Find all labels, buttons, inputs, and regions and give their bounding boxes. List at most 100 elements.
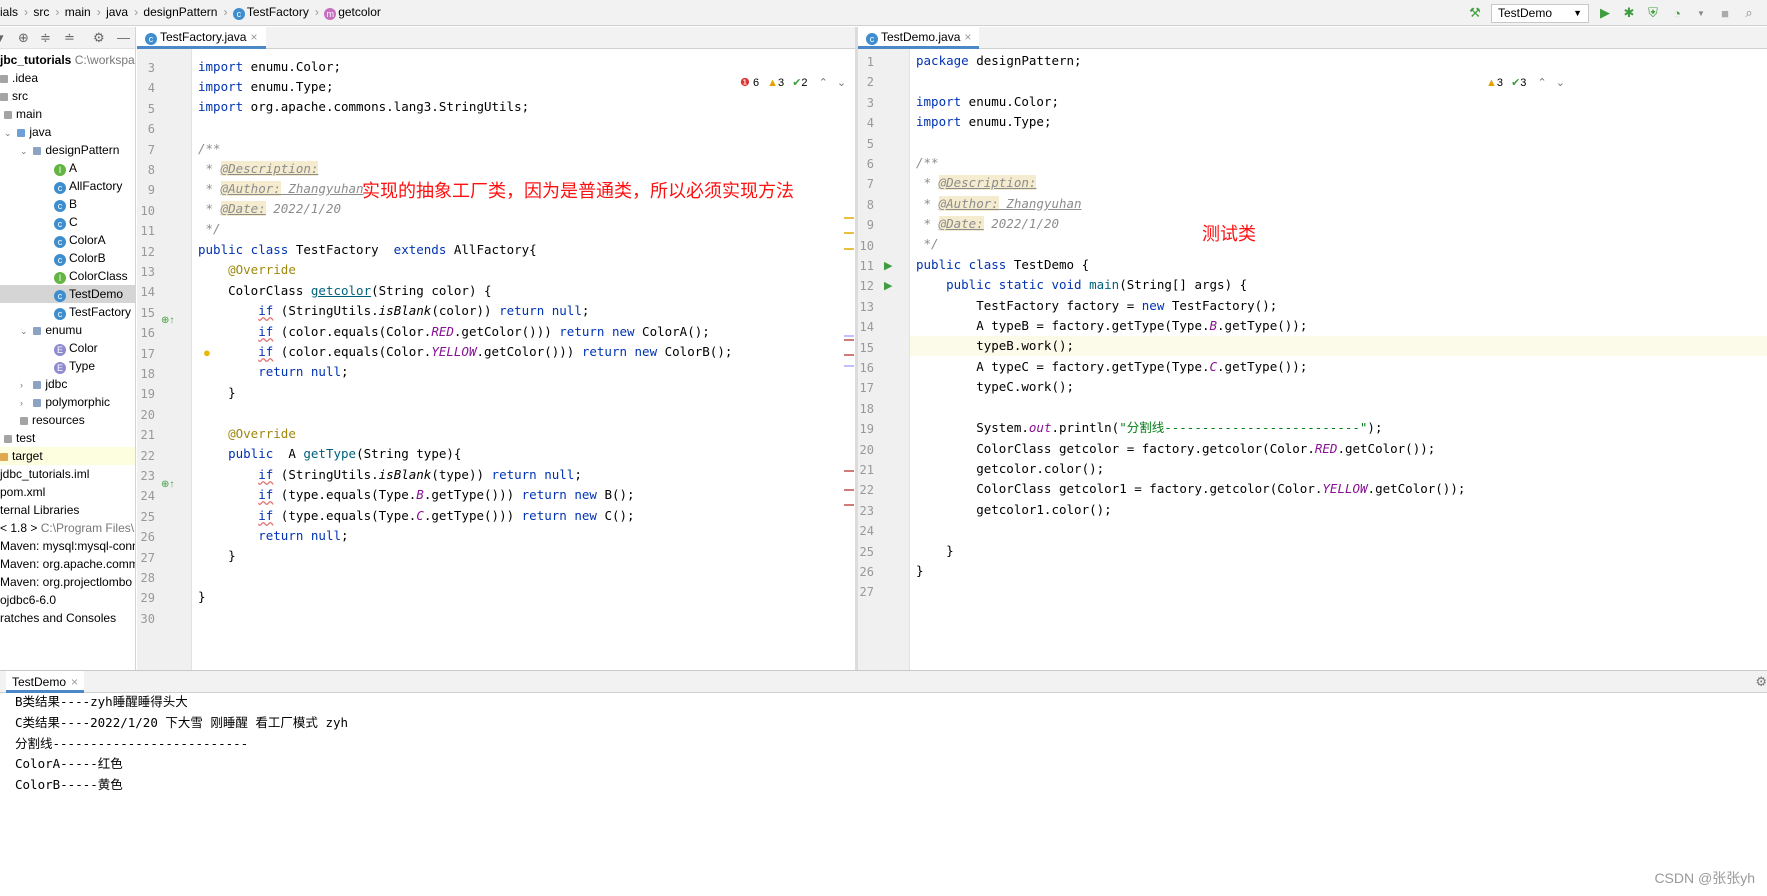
code-area-right[interactable]: package designPattern; import enumu.Colo… (910, 49, 1767, 670)
inspection-widget[interactable]: ▲3 ✔3 ⌃ ⌄ (1486, 76, 1565, 89)
tree-item[interactable]: ⌄ designPattern (0, 141, 135, 160)
tree-item[interactable]: < 1.8 > C:\Program Files\ (0, 519, 135, 537)
implements-marker-icon[interactable]: ⊕↑ (161, 315, 174, 326)
tree-item[interactable]: ojdbc6-6.0 (0, 591, 135, 609)
annotation-text: 实现的抽象工厂类，因为是普通类，所以必须实现方法 (362, 181, 794, 201)
breadcrumb-item[interactable]: designPattern (143, 5, 217, 19)
build-hammer-icon[interactable]: ⚒ (1467, 5, 1483, 21)
chevron-up-icon[interactable]: ⌃ (1537, 77, 1546, 89)
tree-item[interactable]: › jdbc (0, 375, 135, 394)
tree-item[interactable]: src (0, 87, 135, 105)
gear-icon[interactable]: ⚙ (1755, 674, 1767, 690)
tree-item[interactable]: main (0, 105, 135, 123)
chevron-right-icon: › (314, 5, 319, 19)
run-gutter-icon[interactable]: ▶ (884, 279, 892, 292)
debug-icon[interactable]: ✱ (1621, 5, 1637, 21)
code-line: * @Description: (198, 161, 319, 176)
chevron-up-icon[interactable]: ⌃ (819, 77, 828, 89)
breadcrumb-item[interactable]: java (106, 5, 128, 19)
inspection-widget[interactable]: ❶ 6 ▲3 ✔2 ⌃ ⌄ (740, 76, 846, 89)
tree-item[interactable]: E Type (0, 357, 135, 375)
chevron-right-icon[interactable]: › (20, 394, 30, 412)
tree-label: pom.xml (0, 485, 46, 499)
code-line: } (916, 543, 954, 558)
tree-item[interactable]: .idea (0, 69, 135, 87)
tree-item[interactable]: Maven: mysql:mysql-conn (0, 537, 135, 555)
tree-item[interactable]: E Color (0, 339, 135, 357)
chevron-down-icon[interactable]: ⌄ (837, 77, 846, 89)
minimize-icon[interactable]: — (117, 30, 130, 45)
line-number: 24 (140, 489, 155, 504)
tree-item[interactable]: › polymorphic (0, 393, 135, 412)
run-configuration-select[interactable]: TestDemo ▼ (1491, 3, 1589, 23)
locate-icon[interactable]: ⊕ (18, 30, 29, 46)
close-icon[interactable]: × (964, 30, 971, 44)
warning-icon: ▲ (767, 77, 779, 89)
tree-label: Maven: org.apache.comm (0, 557, 136, 571)
tree-item[interactable]: c ColorB (0, 249, 135, 267)
tree-item[interactable]: cC (0, 213, 135, 231)
tab-testfactory[interactable]: c TestFactory.java × (137, 27, 266, 49)
breadcrumb-item[interactable]: ials (0, 5, 18, 19)
tree-item[interactable]: resources (0, 411, 135, 429)
tree-item[interactable]: c TestFactory (0, 303, 135, 321)
class-icon: c (54, 200, 66, 212)
breadcrumb-item[interactable]: main (65, 5, 91, 19)
gear-icon[interactable]: ⚙ (93, 30, 105, 46)
tree-label: jdbc (45, 377, 68, 391)
tree-item[interactable]: ternal Libraries (0, 501, 135, 519)
package-icon (33, 399, 42, 407)
close-icon[interactable]: × (250, 30, 257, 44)
breadcrumb-item[interactable]: getcolor (338, 5, 381, 19)
code-area-left[interactable]: import enumu.Color; import enumu.Type; i… (192, 49, 855, 670)
tree-item[interactable]: c AllFactory (0, 177, 135, 195)
tree-item-project-root[interactable]: jbc_tutorials C:\workspace (0, 51, 135, 69)
tree-path: C:\workspace (74, 53, 135, 67)
tree-item[interactable]: target (0, 447, 135, 465)
code-line: return null; (258, 364, 349, 379)
chevron-right-icon: › (223, 5, 228, 19)
close-icon[interactable]: × (71, 675, 78, 689)
tree-label: ojdbc6-6.0 (0, 593, 57, 607)
search-icon[interactable]: ⌕ (1741, 5, 1757, 21)
tree-item-selected[interactable]: c TestDemo (0, 285, 135, 303)
tree-item[interactable]: pom.xml (0, 483, 135, 501)
tree-item[interactable]: jdbc_tutorials.iml (0, 465, 135, 483)
coverage-icon[interactable]: ⛨ (1645, 5, 1661, 21)
tree-item[interactable]: c ColorA (0, 231, 135, 249)
chevron-down-icon[interactable]: ⌄ (20, 322, 30, 340)
tree-item[interactable]: Maven: org.apache.comm (0, 555, 136, 573)
tree-item[interactable]: I ColorClass (0, 267, 135, 285)
tab-run-testdemo[interactable]: TestDemo × (6, 671, 85, 693)
collapse-all-icon[interactable]: ≐ (64, 30, 75, 46)
stop-icon[interactable]: ■ (1717, 6, 1733, 21)
line-number-gutter: 1 2 3 4 5 6 7 8 9 10 11 12 13 14 15 16 17 18 19 20 21 22 23 24 2… (858, 49, 910, 670)
breadcrumb-item[interactable]: TestFactory (247, 5, 309, 19)
code-line: import enumu.Type; (916, 114, 1052, 129)
tab-testdemo[interactable]: c TestDemo.java × (858, 27, 980, 49)
dropdown-icon[interactable]: ▾ (0, 30, 4, 46)
tree-item[interactable]: cB (0, 195, 135, 213)
tree-item[interactable]: ⌄ enumu (0, 321, 135, 340)
chevron-down-icon[interactable]: ⌄ (1556, 77, 1565, 89)
code-line: import enumu.Type; (198, 79, 334, 94)
profile-icon[interactable]: ◔ (1669, 6, 1685, 21)
chevron-down-icon[interactable]: ⌄ (20, 142, 30, 160)
chevron-right-icon[interactable]: › (20, 376, 30, 394)
chevron-down-icon[interactable]: ⌄ (4, 124, 14, 142)
tree-item[interactable]: IA (0, 159, 135, 177)
run-gutter-icon[interactable]: ▶ (884, 259, 892, 272)
chevron-down-icon[interactable]: ▼ (1693, 9, 1709, 18)
tree-item[interactable]: Maven: org.projectlombo (0, 573, 135, 591)
tree-item[interactable]: ratches and Consoles (0, 609, 135, 627)
tree-item[interactable]: ⌄ java (0, 123, 135, 142)
line-number: 10 (140, 203, 155, 218)
tree-item[interactable]: test (0, 429, 135, 447)
tree-path: C:\Program Files\ (40, 521, 135, 535)
expand-all-icon[interactable]: ≑ (40, 30, 51, 46)
run-icon[interactable]: ▶ (1597, 5, 1613, 21)
breadcrumb-item[interactable]: src (33, 5, 49, 19)
console-line: ColorB-----黄色 (15, 777, 123, 792)
implements-marker-icon[interactable]: ⊕↑ (161, 479, 174, 490)
tree-label: main (16, 107, 43, 121)
